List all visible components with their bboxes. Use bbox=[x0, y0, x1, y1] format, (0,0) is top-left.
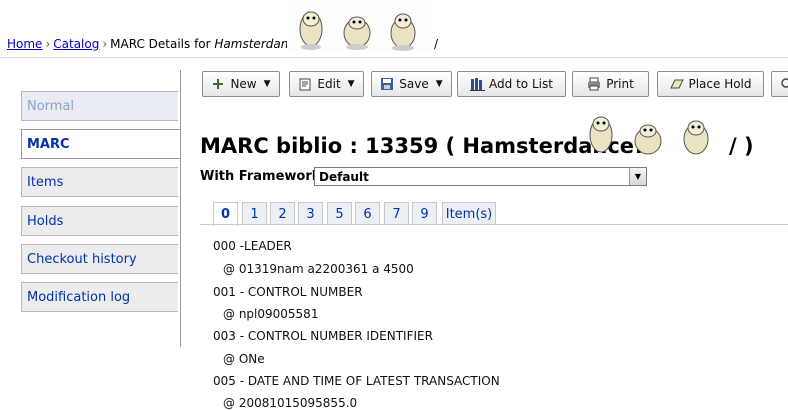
tab-label: 5 bbox=[335, 207, 343, 222]
tab-1[interactable]: 1 bbox=[242, 202, 267, 225]
breadcrumb-separator: › bbox=[45, 37, 50, 51]
sidebar-item-holds[interactable]: Holds bbox=[21, 206, 178, 236]
breadcrumb-separator: › bbox=[102, 37, 107, 51]
place-hold-label: Place Hold bbox=[688, 77, 751, 91]
tab-label: 2 bbox=[278, 207, 286, 222]
print-button[interactable]: Print bbox=[572, 71, 649, 97]
page-title-end: / ) bbox=[729, 134, 754, 158]
header-divider bbox=[0, 57, 788, 58]
tab-7[interactable]: 7 bbox=[384, 202, 409, 225]
marc-subfield: @ npl09005581 bbox=[223, 307, 318, 321]
hamster-icon bbox=[391, 14, 415, 51]
sidebar-item-label: Items bbox=[27, 175, 63, 190]
tab-label: 3 bbox=[306, 207, 314, 222]
marc-subfield: @ ONe bbox=[223, 352, 265, 366]
sidebar-item-normal[interactable]: Normal bbox=[21, 91, 178, 121]
tab-2[interactable]: 2 bbox=[270, 202, 295, 225]
marc-subfield: @ 01319nam a2200361 a 4500 bbox=[223, 262, 414, 276]
breadcrumb-trail-end: / bbox=[434, 37, 438, 51]
tab-label: 6 bbox=[363, 207, 371, 222]
tab-label: 7 bbox=[392, 207, 400, 222]
new-button-label: New bbox=[230, 77, 256, 91]
framework-select-value: Default bbox=[319, 170, 369, 184]
sidebar-item-label: Holds bbox=[27, 214, 63, 229]
tab-items[interactable]: Item(s) bbox=[442, 202, 496, 225]
breadcrumb: Home › Catalog › MARC Details for Hamste… bbox=[7, 37, 307, 51]
hamster-icon bbox=[344, 17, 370, 50]
breadcrumb-home-link[interactable]: Home bbox=[7, 37, 42, 51]
hamster-icon bbox=[684, 121, 708, 154]
sidebar-item-label: Modification log bbox=[27, 290, 130, 305]
save-icon bbox=[380, 77, 394, 91]
new-button[interactable]: New ▼ bbox=[202, 71, 280, 97]
breadcrumb-catalog-link[interactable]: Catalog bbox=[53, 37, 99, 51]
sidebar-item-checkout-history[interactable]: Checkout history bbox=[21, 244, 178, 274]
tab-label: 1 bbox=[250, 207, 258, 222]
framework-label: With Framework : bbox=[200, 169, 330, 184]
tab-5[interactable]: 5 bbox=[327, 202, 352, 225]
chevron-down-icon: ▼ bbox=[436, 79, 443, 89]
sidebar-item-label: MARC bbox=[27, 137, 70, 152]
add-to-list-label: Add to List bbox=[489, 77, 553, 91]
sidebar-item-label: Normal bbox=[27, 99, 74, 114]
sidebar-item-items[interactable]: Items bbox=[21, 167, 178, 197]
hamster-images bbox=[584, 111, 724, 161]
add-to-list-button[interactable]: Add to List bbox=[457, 71, 566, 97]
hold-icon bbox=[669, 77, 683, 91]
print-button-label: Print bbox=[606, 77, 634, 91]
books-icon bbox=[470, 77, 484, 91]
marc-tag: 000 -LEADER bbox=[213, 239, 292, 253]
save-button[interactable]: Save ▼ bbox=[371, 71, 452, 97]
search-icon bbox=[780, 77, 788, 91]
sidebar-item-label: Checkout history bbox=[27, 252, 137, 267]
tab-panel-border bbox=[200, 224, 788, 225]
breadcrumb-current-prefix: MARC Details for bbox=[110, 37, 210, 51]
marc-tag: 005 - DATE AND TIME OF LATEST TRANSACTIO… bbox=[213, 374, 500, 388]
save-button-label: Save bbox=[399, 77, 428, 91]
tab-label: Item(s) bbox=[446, 207, 493, 222]
hamster-icon bbox=[635, 125, 661, 154]
printer-icon bbox=[587, 77, 601, 91]
marc-tag: 003 - CONTROL NUMBER IDENTIFIER bbox=[213, 329, 433, 343]
tab-9[interactable]: 9 bbox=[412, 202, 437, 225]
sidebar-divider bbox=[180, 70, 181, 347]
chevron-down-icon: ▼ bbox=[348, 79, 355, 89]
plus-icon bbox=[211, 77, 225, 91]
marc-subfield: @ 20081015095855.0 bbox=[223, 396, 357, 410]
tab-6[interactable]: 6 bbox=[355, 202, 380, 225]
tab-label: 0 bbox=[221, 207, 230, 222]
tab-0[interactable]: 0 bbox=[213, 202, 238, 226]
search-button[interactable] bbox=[771, 71, 788, 97]
edit-button-label: Edit bbox=[317, 77, 340, 91]
sidebar-item-modification-log[interactable]: Modification log bbox=[21, 282, 178, 312]
edit-button[interactable]: Edit ▼ bbox=[289, 71, 364, 97]
tab-label: 9 bbox=[420, 207, 428, 222]
page-title: MARC biblio : 13359 ( Hamsterdance! bbox=[200, 134, 644, 158]
edit-icon bbox=[298, 77, 312, 91]
tab-3[interactable]: 3 bbox=[298, 202, 323, 225]
chevron-down-icon: ▼ bbox=[629, 168, 646, 185]
hamster-icon bbox=[590, 117, 612, 152]
place-hold-button[interactable]: Place Hold bbox=[657, 71, 764, 97]
hamster-images bbox=[287, 1, 432, 51]
framework-select[interactable]: Default ▼ bbox=[314, 167, 647, 186]
hamster-icon bbox=[300, 12, 322, 50]
chevron-down-icon: ▼ bbox=[264, 79, 271, 89]
marc-tag: 001 - CONTROL NUMBER bbox=[213, 285, 363, 299]
sidebar-item-marc[interactable]: MARC bbox=[21, 129, 181, 159]
